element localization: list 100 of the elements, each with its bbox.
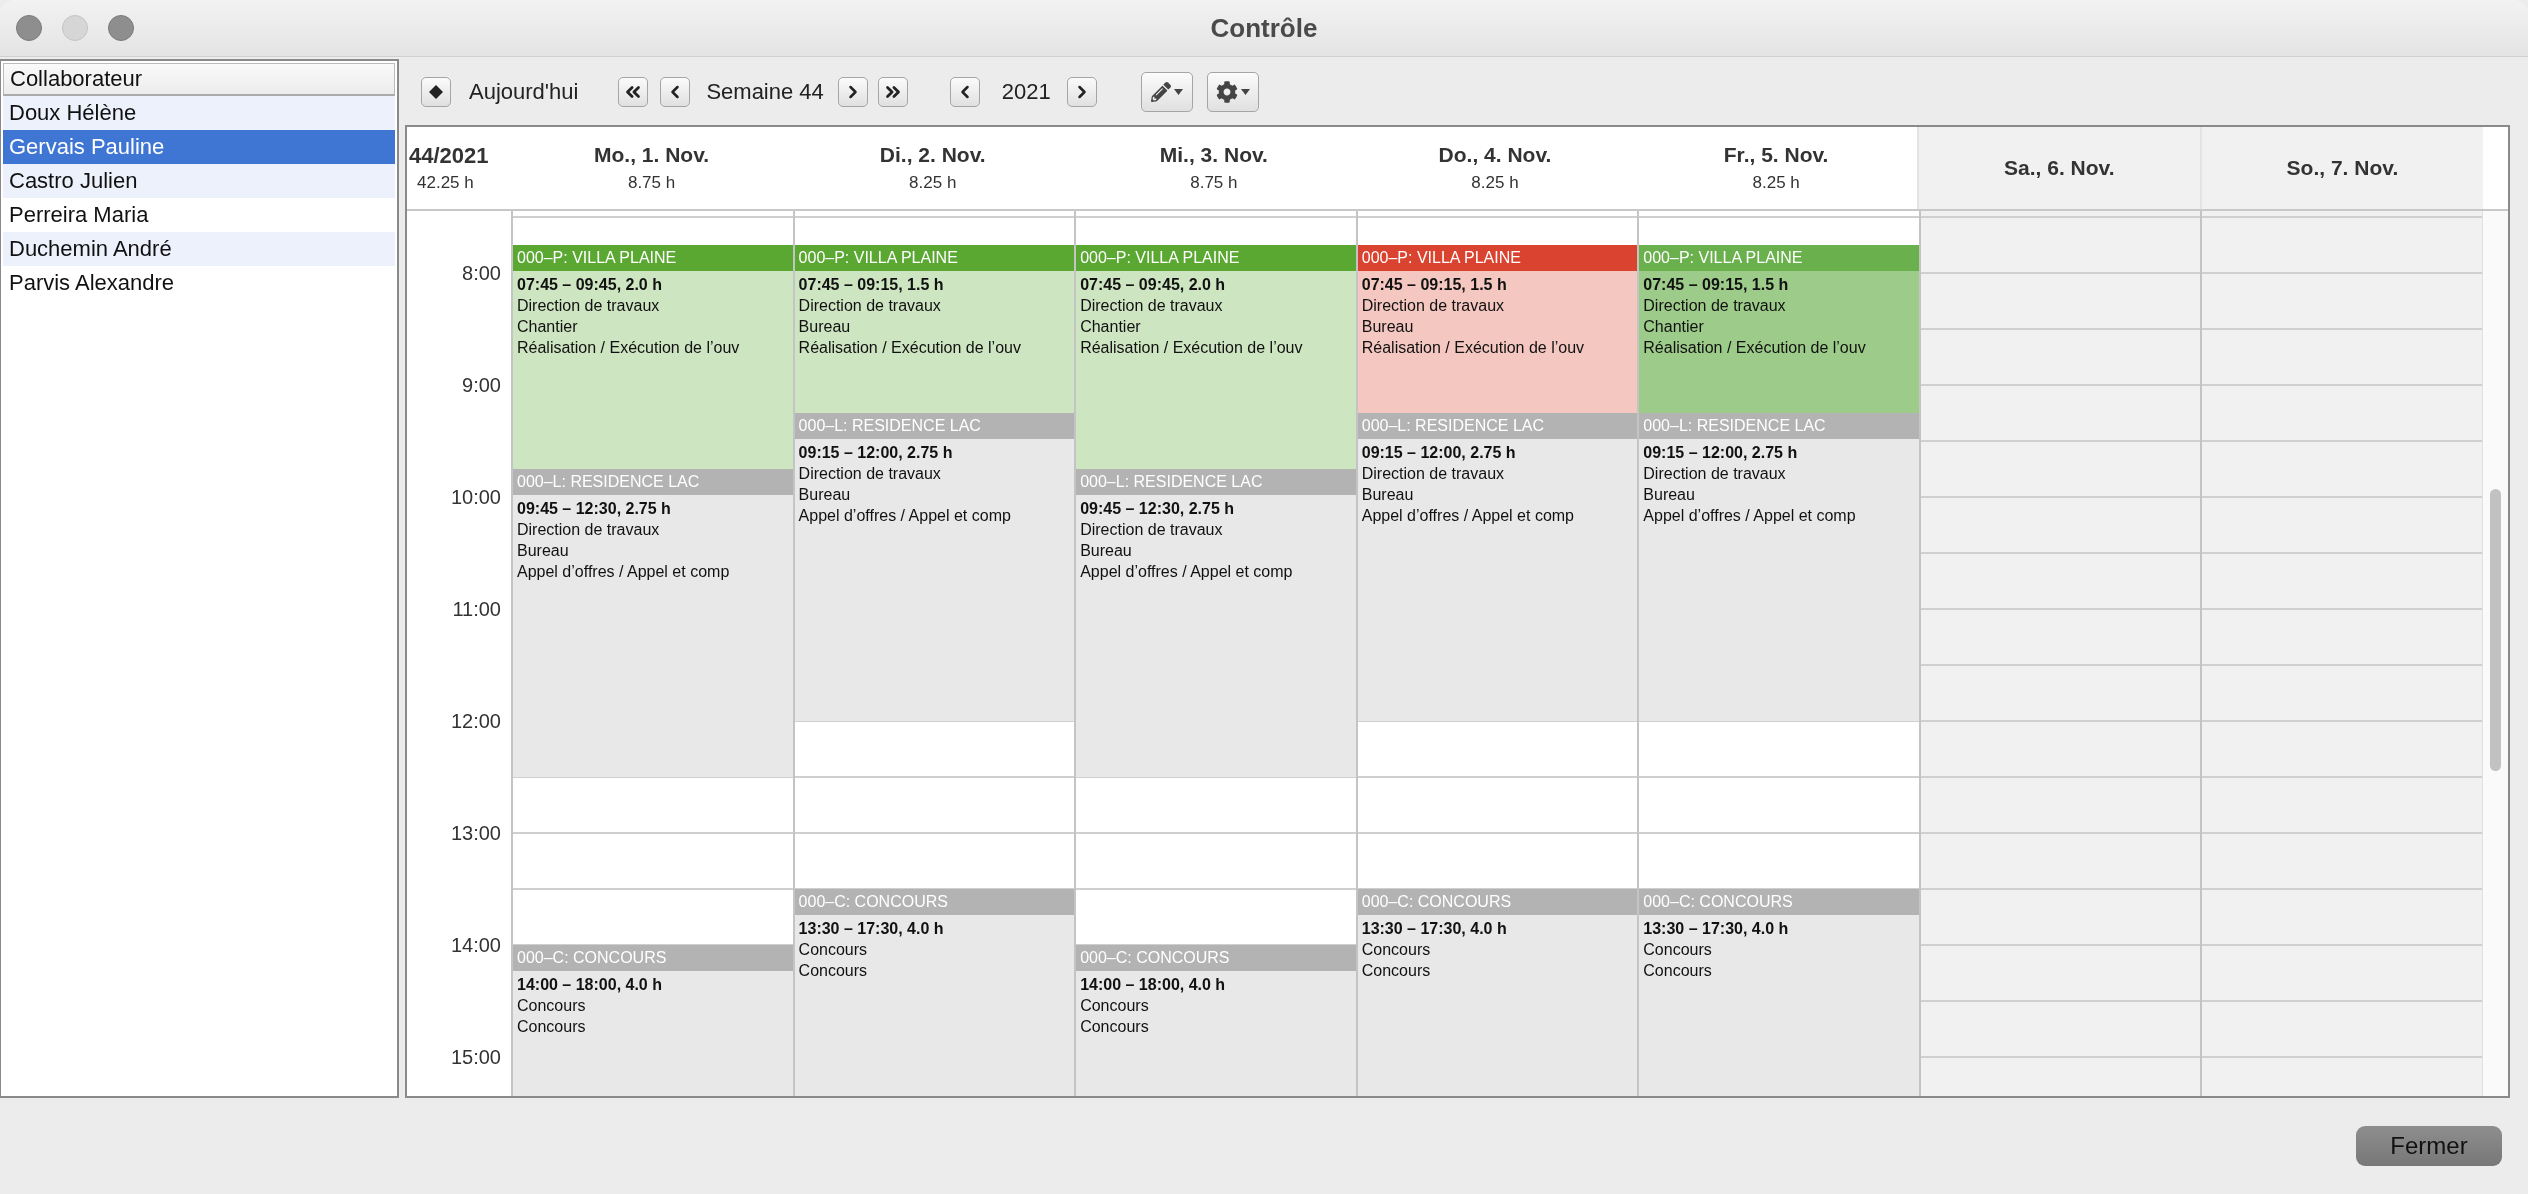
calendar-event[interactable]: 000–P: VILLA PLAINE 07:45 – 09:15, 1.5 h Direction de travaux Chantier Réalisation / Exécution de l’ouv bbox=[1639, 245, 1919, 413]
hour-label: 8:00 bbox=[462, 261, 501, 285]
event-detail: Concours bbox=[1079, 996, 1150, 1016]
event-detail: Appel d’offres / Appel et comp bbox=[1360, 506, 1575, 526]
event-detail: Bureau bbox=[797, 317, 852, 337]
week-total-hours: 42.25 h bbox=[417, 173, 474, 193]
event-detail: Concours bbox=[1642, 940, 1713, 960]
event-detail: Réalisation / Exécution de l’ouv bbox=[1079, 338, 1304, 358]
event-time: 09:15 – 12:00, 2.75 h bbox=[1642, 443, 1799, 463]
next-year-button[interactable] bbox=[1066, 77, 1097, 107]
day-total-hours: 8.75 h bbox=[1190, 173, 1238, 193]
close-window-button[interactable] bbox=[16, 15, 42, 41]
day-total-hours: 8.75 h bbox=[627, 173, 676, 193]
event-detail: Bureau bbox=[1642, 485, 1696, 505]
event-detail: Appel d’offres / Appel et comp bbox=[1642, 506, 1857, 526]
event-detail: Direction de travaux bbox=[1360, 464, 1506, 484]
edit-dropdown-button[interactable] bbox=[1140, 72, 1193, 112]
calendar-event[interactable]: 000–C: CONCOURS 13:30 – 17:30, 4.0 h Concours Concours bbox=[1639, 889, 1919, 1096]
event-detail: Concours bbox=[516, 1017, 587, 1037]
event-detail: Direction de travaux bbox=[1642, 464, 1787, 484]
event-detail: Réalisation / Exécution de l’ouv bbox=[1360, 338, 1586, 358]
hour-label: 13:00 bbox=[450, 821, 501, 845]
calendar-event[interactable]: 000–C: CONCOURS 13:30 – 17:30, 4.0 h Concours Concours bbox=[794, 889, 1075, 1096]
event-detail: Concours bbox=[797, 940, 869, 960]
event-detail: Appel d’offres / Appel et comp bbox=[516, 562, 731, 582]
event-time: 07:45 – 09:45, 2.0 h bbox=[516, 275, 663, 295]
event-detail: Bureau bbox=[1079, 541, 1133, 561]
event-detail: Réalisation / Exécution de l’ouv bbox=[516, 338, 741, 358]
next-week-button[interactable] bbox=[837, 77, 868, 107]
settings-dropdown-button[interactable] bbox=[1206, 72, 1259, 112]
day-name: Do., 4. Nov. bbox=[1438, 143, 1552, 167]
event-detail: Direction de travaux bbox=[797, 296, 942, 316]
diamond-icon bbox=[429, 85, 443, 99]
event-title: 000–P: VILLA PLAINE bbox=[1639, 245, 1919, 271]
calendar-event[interactable]: 000–L: RESIDENCE LAC 09:15 – 12:00, 2.75 h Direction de travaux Bureau Appel d’offres / Appel et comp bbox=[794, 413, 1075, 721]
event-title: 000–P: VILLA PLAINE bbox=[513, 245, 793, 271]
today-button[interactable] bbox=[421, 77, 451, 107]
hour-label: 14:00 bbox=[450, 933, 501, 957]
last-week-button[interactable] bbox=[877, 77, 908, 107]
employee-row[interactable]: Gervais Pauline bbox=[3, 130, 395, 164]
calendar-event[interactable]: 000–L: RESIDENCE LAC 09:15 – 12:00, 2.75 h Direction de travaux Bureau Appel d’offres / Appel et comp bbox=[1639, 413, 1919, 721]
close-button[interactable]: Fermer bbox=[2356, 1126, 2502, 1166]
column-header[interactable]: Collaborateur bbox=[3, 63, 395, 96]
first-week-button[interactable] bbox=[618, 77, 649, 107]
event-detail: Appel d’offres / Appel et comp bbox=[797, 506, 1012, 526]
zoom-window-button[interactable] bbox=[108, 15, 134, 41]
event-detail: Direction de travaux bbox=[1079, 520, 1224, 540]
event-detail: Concours bbox=[797, 961, 869, 981]
day-total-hours: 8.25 h bbox=[1752, 173, 1800, 193]
event-title: 000–L: RESIDENCE LAC bbox=[1639, 413, 1919, 439]
previous-year-button[interactable] bbox=[949, 77, 980, 107]
calendar-event[interactable]: 000–P: VILLA PLAINE 07:45 – 09:15, 1.5 h Direction de travaux Bureau Réalisation / Exécution de l’ouv bbox=[794, 245, 1075, 413]
event-detail: Appel d’offres / Appel et comp bbox=[1079, 562, 1294, 582]
hour-label: 15:00 bbox=[450, 1045, 501, 1069]
event-title: 000–P: VILLA PLAINE bbox=[1357, 245, 1638, 271]
event-title: 000–C: CONCOURS bbox=[794, 889, 1075, 915]
window-title: Contrôle bbox=[1210, 12, 1318, 44]
event-detail: Chantier bbox=[1079, 317, 1142, 337]
today-label: Aujourd'hui bbox=[469, 79, 579, 105]
event-time: 13:30 – 17:30, 4.0 h bbox=[1360, 919, 1508, 939]
event-detail: Bureau bbox=[1360, 485, 1415, 505]
day-name: Mo., 1. Nov. bbox=[594, 143, 710, 167]
event-time: 07:45 – 09:15, 1.5 h bbox=[1642, 275, 1790, 295]
event-time: 07:45 – 09:15, 1.5 h bbox=[797, 275, 945, 295]
event-detail: Concours bbox=[1360, 961, 1432, 981]
calendar-event[interactable]: 000–L: RESIDENCE LAC 09:45 – 12:30, 2.75 h Direction de travaux Bureau Appel d’offres / Appel et comp bbox=[1076, 469, 1356, 777]
event-detail: Concours bbox=[1642, 961, 1713, 981]
employee-row[interactable]: Duchemin André bbox=[3, 232, 395, 266]
event-detail: Chantier bbox=[516, 317, 579, 337]
scrollbar-thumb[interactable] bbox=[2490, 489, 2502, 771]
event-title: 000–L: RESIDENCE LAC bbox=[513, 469, 793, 495]
event-detail: Réalisation / Exécution de l’ouv bbox=[1642, 338, 1867, 358]
calendar-event[interactable]: 000–L: RESIDENCE LAC 09:45 – 12:30, 2.75 h Direction de travaux Bureau Appel d’offres / Appel et comp bbox=[513, 469, 793, 777]
day-total-hours: 8.25 h bbox=[1471, 173, 1519, 193]
calendar-event[interactable]: 000–C: CONCOURS 14:00 – 18:00, 4.0 h Concours Concours bbox=[1076, 945, 1356, 1096]
caret-icon bbox=[1173, 89, 1183, 95]
calendar-event[interactable]: 000–L: RESIDENCE LAC 09:15 – 12:00, 2.75 h Direction de travaux Bureau Appel d’offres / Appel et comp bbox=[1357, 413, 1638, 721]
calendar-event[interactable]: 000–P: VILLA PLAINE 07:45 – 09:15, 1.5 h Direction de travaux Bureau Réalisation / Exécution de l’ouv bbox=[1357, 245, 1638, 413]
calendar-event[interactable]: 000–P: VILLA PLAINE 07:45 – 09:45, 2.0 h Direction de travaux Chantier Réalisation / Exécution de l’ouv bbox=[1076, 245, 1356, 469]
event-title: 000–L: RESIDENCE LAC bbox=[1357, 413, 1638, 439]
event-title: 000–P: VILLA PLAINE bbox=[794, 245, 1075, 271]
event-detail: Bureau bbox=[516, 541, 570, 561]
employee-row[interactable]: Castro Julien bbox=[3, 164, 395, 198]
event-detail: Direction de travaux bbox=[1079, 296, 1224, 316]
event-detail: Chantier bbox=[1642, 317, 1705, 337]
event-title: 000–L: RESIDENCE LAC bbox=[794, 413, 1075, 439]
calendar-event[interactable]: 000–C: CONCOURS 13:30 – 17:30, 4.0 h Concours Concours bbox=[1357, 889, 1638, 1096]
previous-week-button[interactable] bbox=[660, 77, 691, 107]
employee-row[interactable]: Doux Hélène bbox=[3, 96, 395, 130]
event-time: 07:45 – 09:15, 1.5 h bbox=[1360, 275, 1508, 295]
hour-label: 12:00 bbox=[450, 709, 501, 733]
calendar-event[interactable]: 000–P: VILLA PLAINE 07:45 – 09:45, 2.0 h Direction de travaux Chantier Réalisation / Exécution de l’ouv bbox=[513, 245, 793, 469]
calendar-event[interactable]: 000–C: CONCOURS 14:00 – 18:00, 4.0 h Concours Concours bbox=[513, 945, 793, 1096]
event-time: 09:15 – 12:00, 2.75 h bbox=[797, 443, 954, 463]
day-name: Di., 2. Nov. bbox=[879, 143, 986, 167]
event-detail: Direction de travaux bbox=[1360, 296, 1506, 316]
settings-icon bbox=[1215, 81, 1238, 103]
event-time: 13:30 – 17:30, 4.0 h bbox=[797, 919, 945, 939]
event-time: 14:00 – 18:00, 4.0 h bbox=[1079, 975, 1227, 995]
event-detail: Réalisation / Exécution de l’ouv bbox=[797, 338, 1022, 358]
